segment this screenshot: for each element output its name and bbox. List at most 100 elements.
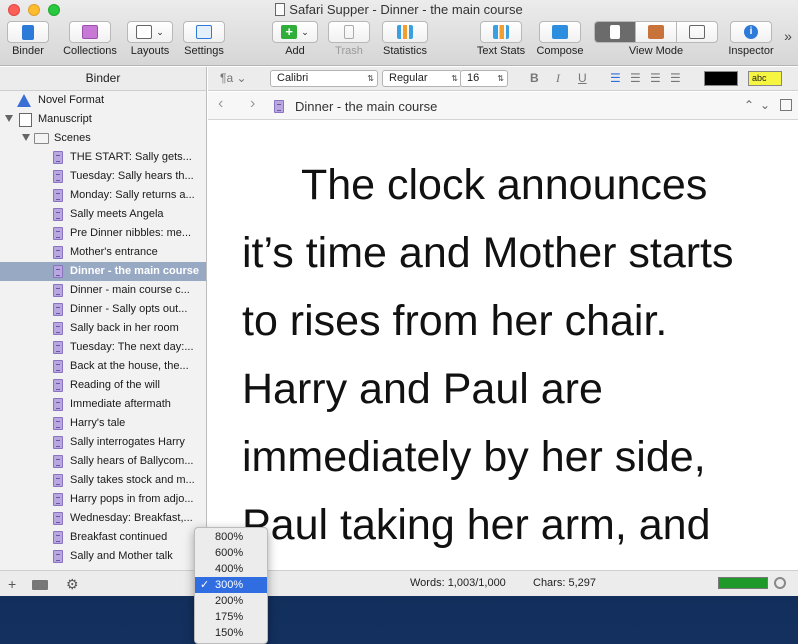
binder-item-document[interactable]: Sally meets Angela [0, 205, 206, 224]
disclosure-triangle-icon[interactable] [22, 134, 30, 141]
compose-button[interactable]: Compose [534, 21, 586, 57]
zoom-option-label: 175% [215, 611, 244, 623]
underline-button[interactable]: U [578, 71, 587, 85]
text-stats-button[interactable]: Text Stats [473, 21, 529, 57]
font-family-select[interactable]: Calibri ⇅ [270, 70, 378, 87]
add-folder-icon[interactable] [32, 580, 48, 590]
view-mode-corkboard-segment[interactable] [635, 22, 676, 42]
binder-item-document[interactable]: Sally hears of Ballycom... [0, 452, 206, 471]
binder-item-label: Wednesday: Breakfast,... [70, 512, 193, 524]
editor-document-title[interactable]: Dinner - the main course [295, 99, 437, 114]
text-color-swatch[interactable] [704, 71, 738, 86]
binder-item-document[interactable]: Immediate aftermath [0, 395, 206, 414]
document-page-icon [53, 550, 63, 563]
next-document-icon[interactable]: ⌄ [760, 98, 770, 112]
binder-item-document[interactable]: Dinner - Sally opts out... [0, 300, 206, 319]
text-editor[interactable]: The clock announces it’s time and Mother… [208, 121, 798, 570]
binder-item-document[interactable]: Dinner - main course c... [0, 281, 206, 300]
document-page-icon [53, 265, 63, 278]
progress-fill [719, 578, 767, 588]
zoom-option[interactable]: 150% [195, 625, 267, 641]
binder-item-label: THE START: Sally gets... [70, 151, 192, 163]
binder-item-document[interactable]: Harry pops in from adjo... [0, 490, 206, 509]
align-justify-icon[interactable]: ☰ [670, 71, 681, 85]
document-page-icon [53, 417, 63, 430]
binder-item-document[interactable]: Mother's entrance [0, 243, 206, 262]
add-button[interactable]: + ⌄ Add [272, 21, 318, 57]
font-weight-select[interactable]: Regular ⇅ [382, 70, 462, 87]
binder-item-label: Sally and Mother talk [70, 550, 173, 562]
text-stats-icon [493, 25, 509, 39]
binder-item-label: Manuscript [38, 113, 92, 125]
zoom-option[interactable]: 600% [195, 545, 267, 561]
layouts-button[interactable]: ⌄ Layouts [127, 21, 173, 57]
zoom-option[interactable]: 400% [195, 561, 267, 577]
disclosure-triangle-icon[interactable] [5, 115, 13, 122]
binder-item-document[interactable]: Wednesday: Breakfast,... [0, 509, 206, 528]
binder-button[interactable]: Binder [6, 21, 50, 57]
view-mode-label: View Mode [628, 45, 684, 57]
inspector-button[interactable]: i Inspector [726, 21, 776, 57]
add-item-icon[interactable]: + [8, 576, 16, 592]
target-icon[interactable] [774, 577, 786, 589]
binder-item-document[interactable]: Tuesday: Sally hears th... [0, 167, 206, 186]
binder-item-document[interactable]: Sally back in her room [0, 319, 206, 338]
paragraph-style-menu[interactable]: ¶a ⌄ [220, 71, 247, 85]
gear-icon[interactable]: ⚙ [66, 576, 79, 593]
binder-item-document[interactable]: Monday: Sally returns a... [0, 186, 206, 205]
binder-item-document[interactable]: Harry's tale [0, 414, 206, 433]
view-mode-control: View Mode [594, 21, 718, 57]
binder-item-document[interactable]: Reading of the will [0, 376, 206, 395]
zoom-option-selected[interactable]: ✓ 300% [195, 577, 267, 593]
document-page-icon [53, 208, 63, 221]
previous-document-icon[interactable]: ⌃ [744, 98, 754, 112]
layouts-label: Layouts [130, 45, 170, 57]
trash-button[interactable]: Trash [326, 21, 372, 57]
binder-item-document[interactable]: Sally interrogates Harry [0, 433, 206, 452]
toolbar-overflow-button[interactable]: » [781, 28, 795, 44]
trash-icon [344, 25, 354, 39]
binder-item-document[interactable]: Pre Dinner nibbles: me... [0, 224, 206, 243]
zoom-option[interactable]: 175% [195, 609, 267, 625]
binder-item-document[interactable]: THE START: Sally gets... [0, 148, 206, 167]
binder-item-label: Dinner - the main course [70, 265, 199, 277]
target-progress-bar[interactable] [718, 577, 768, 589]
document-page-icon [53, 303, 63, 316]
align-left-icon[interactable]: ☰ [610, 71, 621, 85]
document-page-icon [53, 531, 63, 544]
statistics-button[interactable]: Statistics [378, 21, 432, 57]
editor-text-line: immediately by her side, [242, 433, 706, 481]
binder-item-label: Pre Dinner nibbles: me... [70, 227, 192, 239]
settings-button[interactable]: Settings [180, 21, 228, 57]
document-page-icon [53, 398, 63, 411]
binder-item-document[interactable]: Sally and Mother talk [0, 547, 206, 566]
binder-item-manuscript[interactable]: Manuscript [0, 110, 206, 129]
document-page-icon [53, 360, 63, 373]
binder-item-document[interactable]: Breakfast continued [0, 528, 206, 547]
font-size-select[interactable]: 16 ⇅ [460, 70, 508, 87]
back-arrow-icon[interactable]: ‹ [218, 95, 223, 113]
document-page-icon [53, 436, 63, 449]
binder-item-document[interactable]: Sally takes stock and m... [0, 471, 206, 490]
chevron-down-icon: ⌄ [301, 26, 309, 37]
bold-button[interactable]: B [530, 71, 539, 85]
align-right-icon[interactable]: ☰ [650, 71, 661, 85]
binder-item-document[interactable]: Back at the house, the... [0, 357, 206, 376]
select-arrows-icon: ⇅ [497, 74, 504, 83]
italic-button[interactable]: I [556, 71, 560, 86]
view-mode-document-segment[interactable] [595, 22, 635, 42]
settings-icon [196, 25, 212, 39]
zoom-option[interactable]: 200% [195, 593, 267, 609]
view-mode-outliner-segment[interactable] [676, 22, 717, 42]
binder-item-scenes[interactable]: Scenes [0, 129, 206, 148]
binder-item-selected-document[interactable]: Dinner - the main course [0, 262, 206, 281]
forward-arrow-icon[interactable]: › [250, 95, 255, 113]
highlight-color-swatch[interactable]: abc [748, 71, 782, 86]
collections-button[interactable]: Collections [58, 21, 122, 57]
binder-item-novel-format[interactable]: Novel Format [0, 91, 206, 110]
binder-item-document[interactable]: Tuesday: The next day:... [0, 338, 206, 357]
split-editor-icon[interactable] [780, 99, 792, 111]
binder-item-label: Dinner - Sally opts out... [70, 303, 188, 315]
align-center-icon[interactable]: ☰ [630, 71, 641, 85]
zoom-option[interactable]: 800% [195, 529, 267, 545]
